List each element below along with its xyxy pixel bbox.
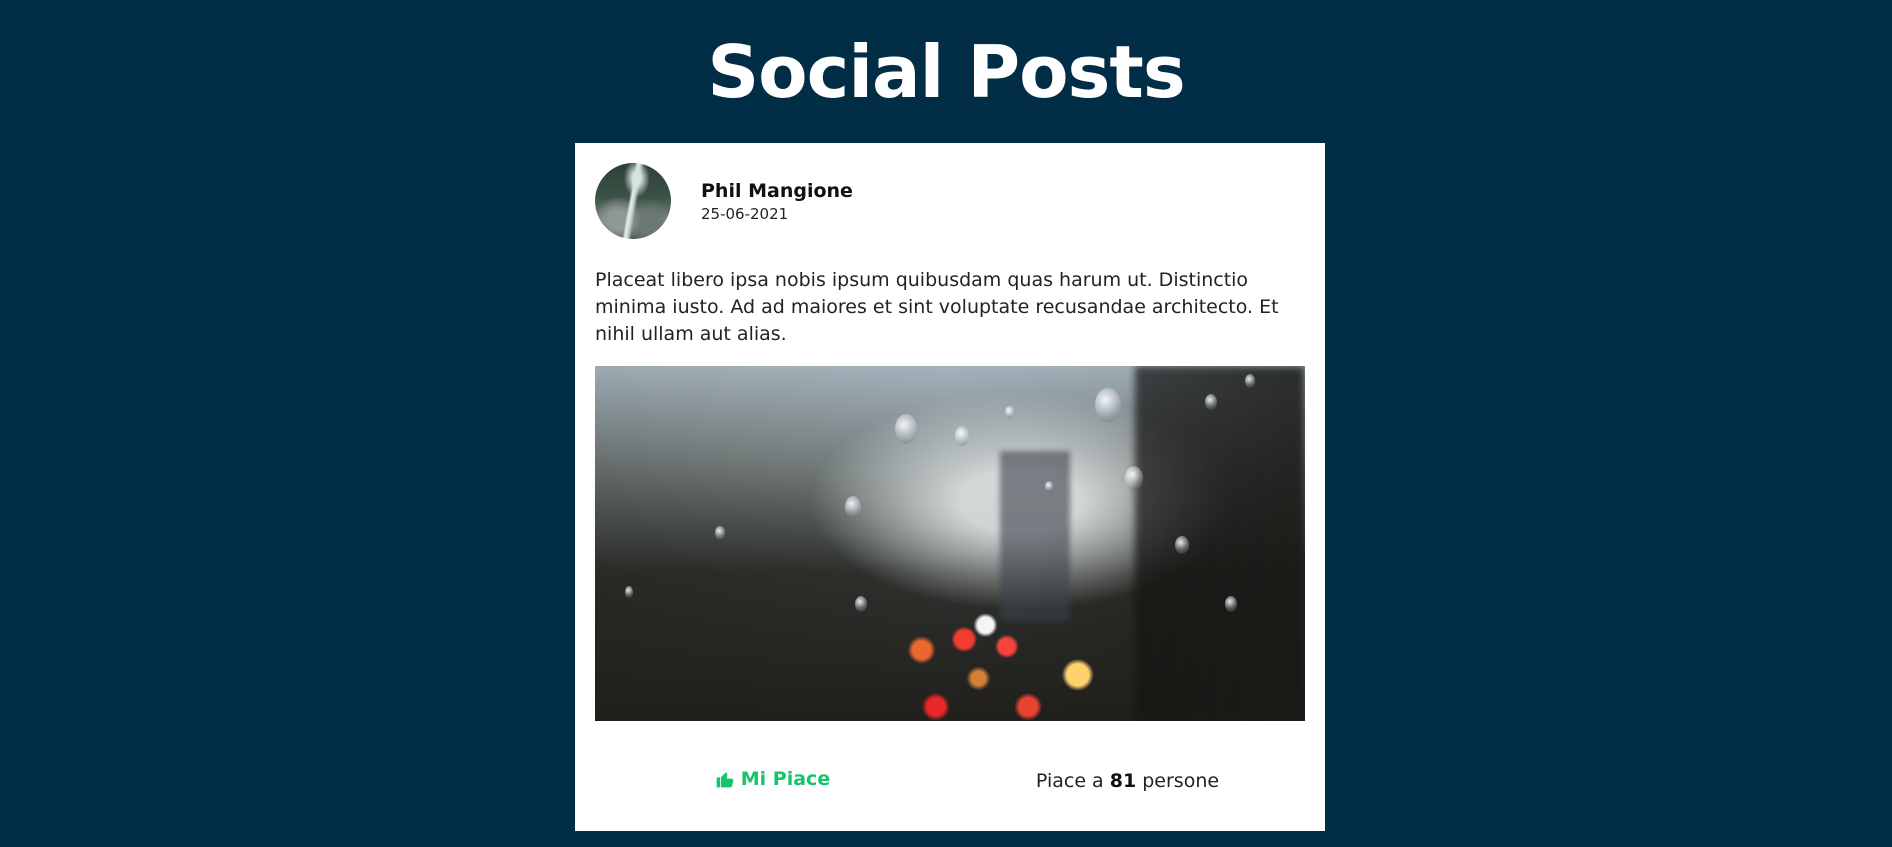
post-footer: Mi Piace Piace a 81 persone xyxy=(595,751,1305,811)
likes-counter: Piace a 81 persone xyxy=(950,770,1305,792)
likes-prefix: Piace a xyxy=(1035,770,1104,792)
author-info: Phil Mangione 25-06-2021 xyxy=(701,179,853,224)
raindrop xyxy=(895,414,917,444)
like-cell: Mi Piace xyxy=(595,768,950,794)
likes-suffix: persone xyxy=(1142,770,1220,792)
page-title: Social Posts xyxy=(707,30,1185,114)
raindrop xyxy=(1125,466,1143,490)
raindrop xyxy=(1045,481,1053,492)
raindrop xyxy=(625,586,633,598)
raindrop xyxy=(1225,596,1237,612)
thumbs-up-icon xyxy=(716,772,734,788)
raindrop xyxy=(955,426,969,446)
raindrop xyxy=(845,496,861,518)
like-button-label: Mi Piace xyxy=(740,768,831,790)
post-text: Placeat libero ipsa nobis ipsum quibusda… xyxy=(595,269,1279,345)
author-name: Phil Mangione xyxy=(701,179,853,202)
raindrop xyxy=(715,526,725,540)
raindrop xyxy=(855,596,867,612)
post-card: Phil Mangione 25-06-2021 Placeat libero … xyxy=(575,143,1325,831)
post-image xyxy=(595,366,1305,721)
raindrop xyxy=(1005,406,1014,418)
raindrop xyxy=(1205,394,1217,410)
post-header: Phil Mangione 25-06-2021 xyxy=(595,163,1305,239)
like-button[interactable]: Mi Piace xyxy=(715,768,830,790)
raindrop xyxy=(1245,374,1255,388)
author-avatar xyxy=(595,163,671,239)
likes-count: 81 xyxy=(1109,770,1137,792)
post-date: 25-06-2021 xyxy=(701,204,789,223)
raindrop xyxy=(1175,536,1189,554)
raindrop xyxy=(1095,388,1121,422)
